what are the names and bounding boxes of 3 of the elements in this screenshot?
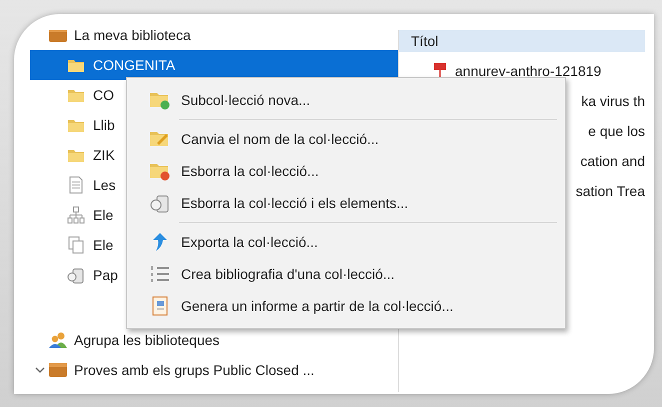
table-cell-text: cation and (579, 152, 645, 171)
table-cell-text: ka virus th (580, 92, 645, 111)
table-cell-text: e que los (587, 122, 645, 141)
